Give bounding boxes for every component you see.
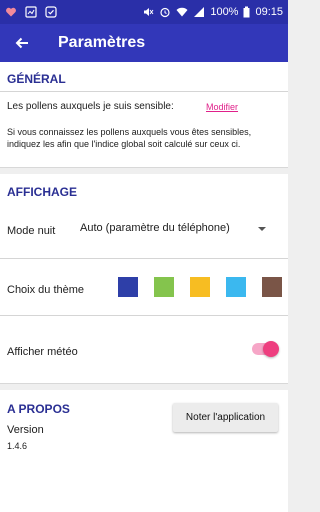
theme-label: Choix du thème <box>7 284 85 296</box>
version-value: 1.4.6 <box>7 441 28 451</box>
toggle-thumb <box>263 341 279 357</box>
weather-toggle[interactable] <box>252 340 280 358</box>
app-bar: Paramètres <box>0 24 288 62</box>
theme-swatch-blue[interactable] <box>118 277 138 297</box>
night-mode-select[interactable]: Auto (paramètre du téléphone) <box>80 222 230 234</box>
about-section-title: A PROPOS <box>7 402 70 416</box>
back-button[interactable] <box>0 24 44 62</box>
display-section: AFFICHAGE Mode nuit Auto (paramètre du t… <box>0 174 288 384</box>
battery-icon <box>243 6 250 18</box>
signal-icon <box>193 6 205 18</box>
rate-app-button[interactable]: Noter l'application <box>173 403 278 432</box>
divider <box>0 91 288 92</box>
weather-label: Afficher météo <box>7 346 78 358</box>
theme-row: Choix du thème <box>0 259 288 313</box>
night-mode-row[interactable]: Mode nuit Auto (paramètre du téléphone) <box>0 206 288 256</box>
general-section-title: GÉNÉRAL <box>7 72 66 86</box>
wifi-icon <box>176 6 188 18</box>
page-title: Paramètres <box>58 34 146 51</box>
checkmark-notification-icon <box>45 6 57 18</box>
theme-swatch-brown[interactable] <box>262 277 282 297</box>
mute-icon <box>142 6 154 18</box>
display-section-title: AFFICHAGE <box>7 185 77 199</box>
theme-swatch-light-blue[interactable] <box>226 277 246 297</box>
status-bar: 100% 09:15 <box>0 0 288 24</box>
general-section: GÉNÉRAL Les pollens auxquels je suis sen… <box>0 62 288 168</box>
pollen-help-line-1: Si vous connaissez les pollens auxquels … <box>7 127 252 137</box>
modify-pollens-link[interactable]: Modifier <box>206 102 238 112</box>
version-label: Version <box>7 424 44 436</box>
battery-percent: 100% <box>210 6 239 18</box>
pollen-label: Les pollens auxquels je suis sensible: <box>7 101 174 112</box>
about-section: A PROPOS Version 1.4.6 Noter l'applicati… <box>0 390 288 512</box>
pollen-help-line-2: indiquez les afin que l'indice global so… <box>7 139 241 149</box>
dropdown-arrow-icon[interactable] <box>258 227 266 231</box>
clock: 09:15 <box>255 6 283 18</box>
alarm-icon <box>159 6 171 18</box>
theme-swatch-green[interactable] <box>154 277 174 297</box>
arrow-back-icon <box>15 37 28 49</box>
weather-row[interactable]: Afficher météo <box>0 316 288 378</box>
theme-swatch-yellow[interactable] <box>190 277 210 297</box>
night-mode-label: Mode nuit <box>7 225 56 237</box>
gallery-notification-icon <box>25 6 37 18</box>
heart-notification-icon <box>5 6 17 18</box>
